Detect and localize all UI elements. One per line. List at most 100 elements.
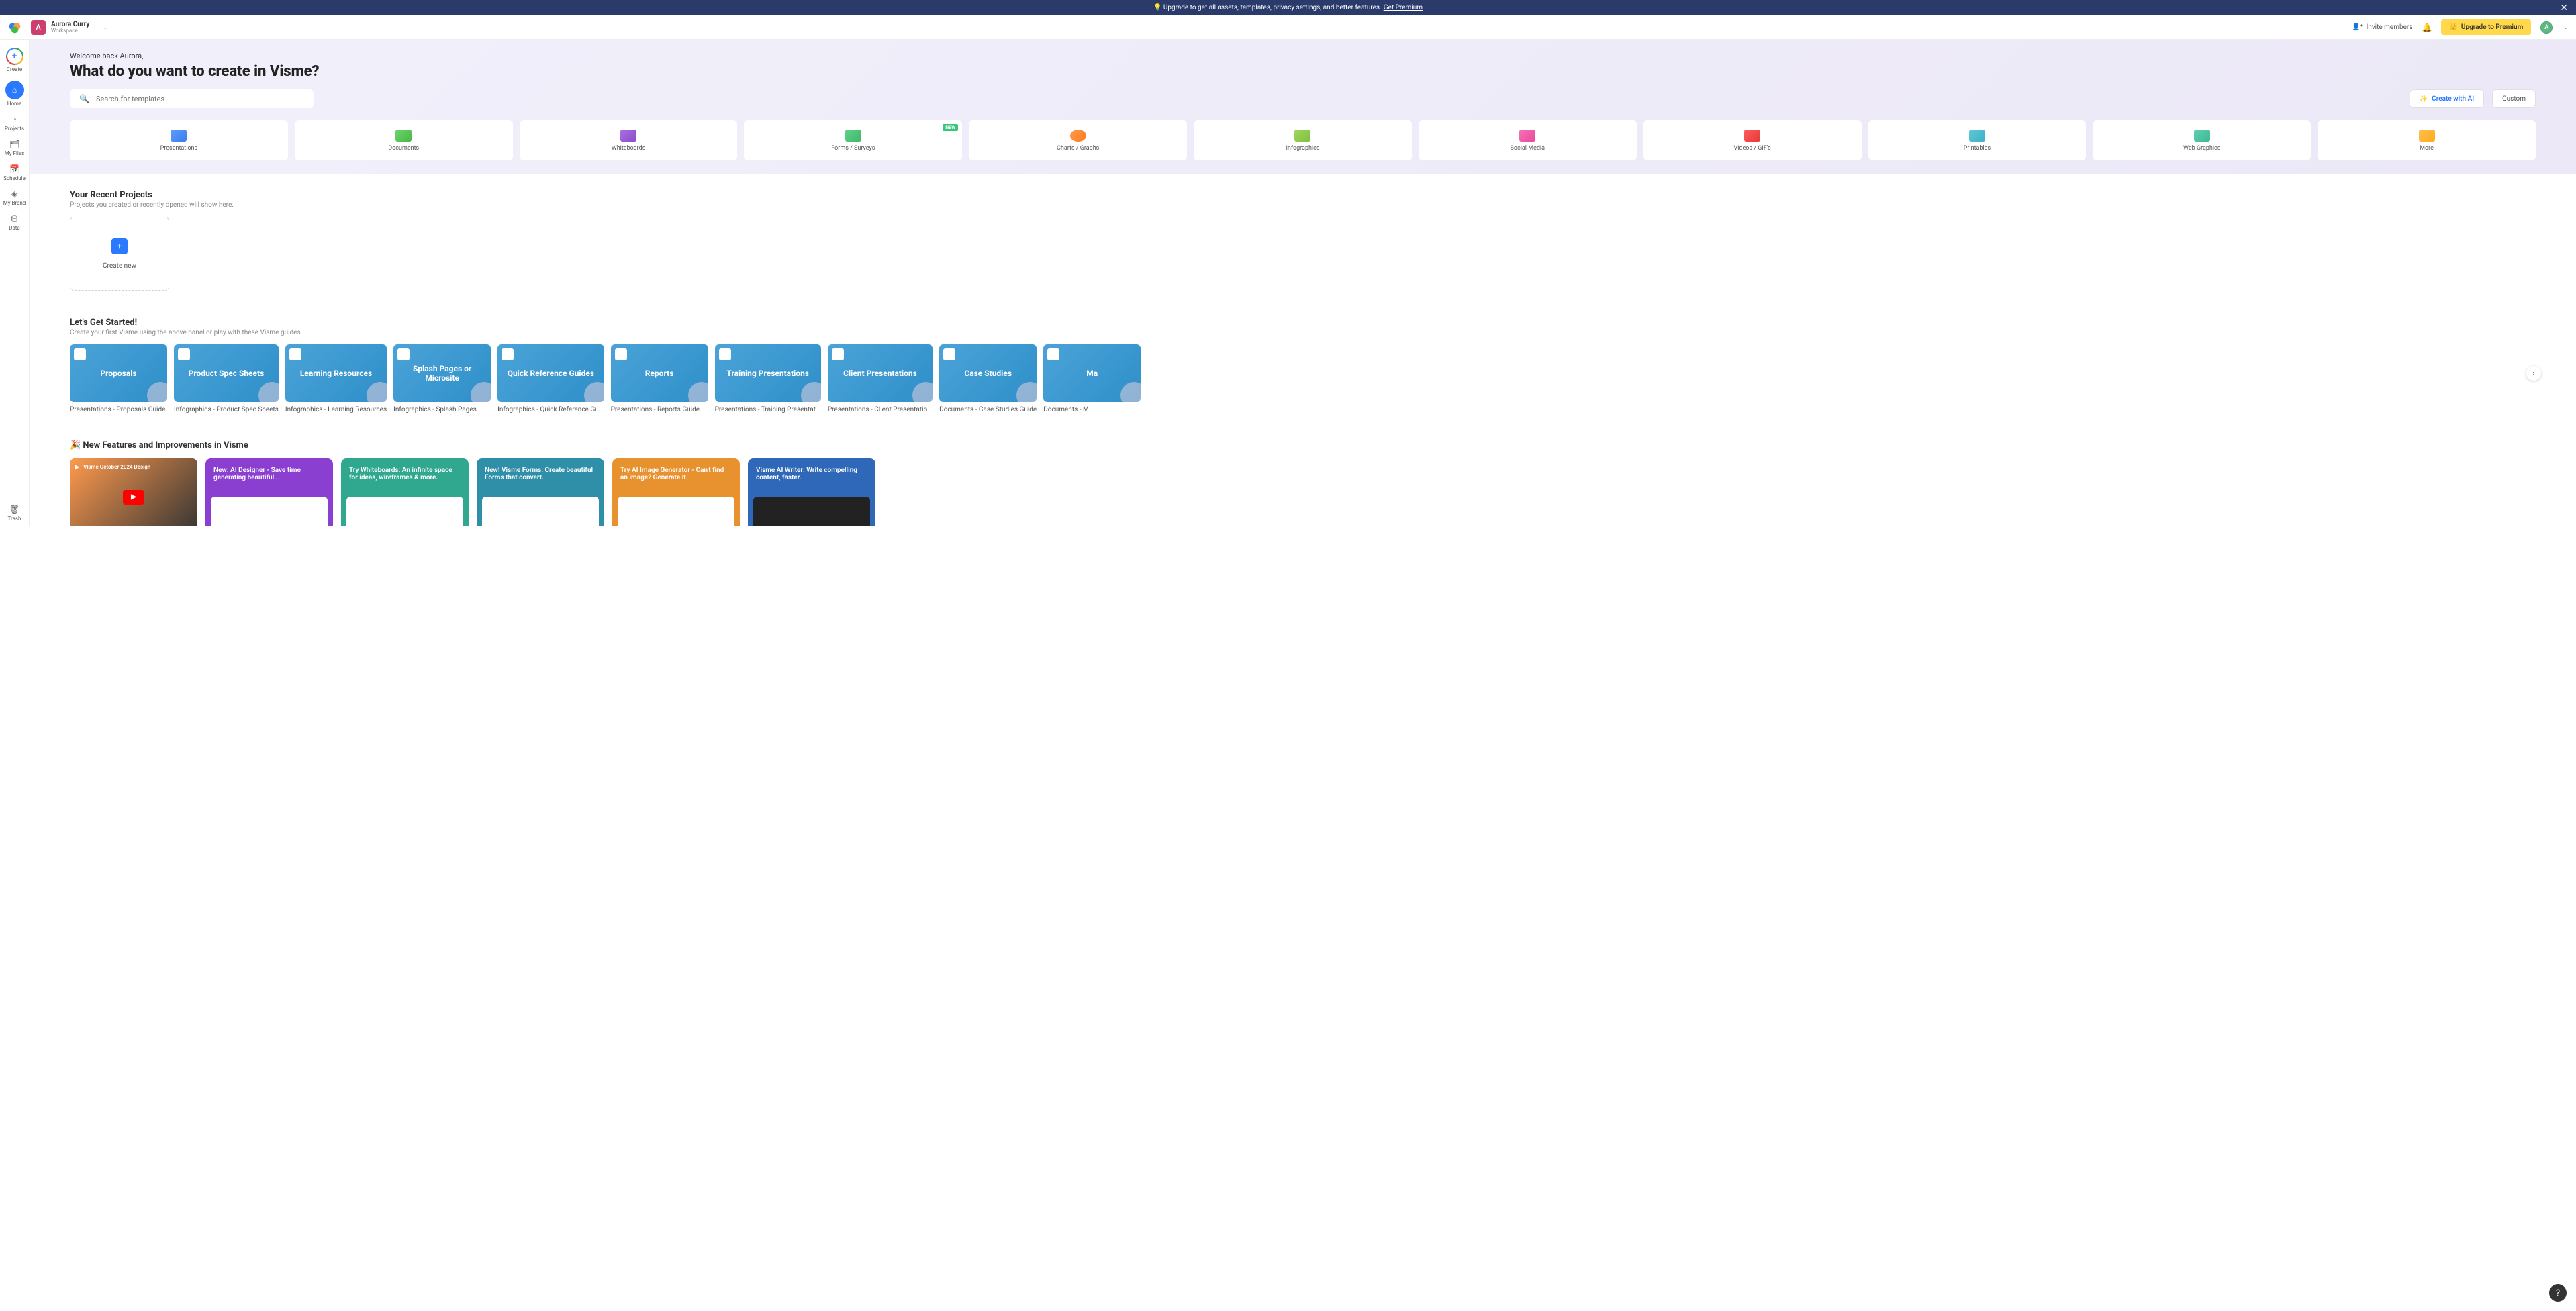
guide-thumb: Training Presentations [715,344,821,402]
guide-card[interactable]: Case Studies Documents - Case Studies Gui… [939,344,1037,414]
close-icon[interactable]: ✕ [2560,3,2568,13]
guide-thumb: Client Presentations [828,344,933,402]
section-subtitle: Projects you created or recently opened … [70,201,2536,209]
guide-card[interactable]: Training PresentationsPresentations - Tr… [715,344,821,414]
visme-logo[interactable] [8,21,21,34]
category-documents[interactable]: Documents [295,120,513,160]
feature-preview [211,497,328,526]
category-forms[interactable]: NEWForms / Surveys [744,120,962,160]
user-menu[interactable]: A ⌄ [2540,21,2568,34]
feature-ai-writer[interactable]: Visme AI Writer: Write compelling conten… [748,458,875,526]
invite-members-button[interactable]: 👤⁺ Invite members [2352,23,2412,31]
category-presentations[interactable]: Presentations [70,120,288,160]
ai-label: Create with AI [2432,95,2474,103]
chevron-down-icon: ⌄ [103,24,107,30]
feature-ai-image[interactable]: Try AI Image Generator - Can't find an i… [612,458,740,526]
upgrade-button[interactable]: 👑 Upgrade to Premium [2441,19,2531,35]
category-label: Charts / Graphs [1057,145,1099,152]
section-subtitle: Create your first Visme using the above … [70,329,2536,336]
crown-icon: 👑 [2449,23,2457,31]
play-icon: ▶ [123,490,144,505]
create-new-card[interactable]: + Create new [70,217,169,291]
feature-ai-designer[interactable]: New: AI Designer - Save time generating … [205,458,333,526]
plus-icon: + [111,238,128,254]
search-box[interactable]: 🔍 [70,89,314,108]
feature-whiteboards[interactable]: Try Whiteboards: An infinite space for i… [341,458,469,526]
forms-icon [845,130,861,142]
category-webgraphics[interactable]: Web Graphics [2093,120,2311,160]
next-arrow-button[interactable]: › [2526,366,2541,381]
features-row: ▶ Visme October 2024 Design ▶ New: AI De… [70,458,2536,526]
workspace-avatar: A [31,20,46,35]
custom-button[interactable]: Custom [2492,89,2536,108]
user-avatar: A [2540,21,2553,34]
guide-thumb: Ma [1043,344,1141,402]
sidebar: + Create ⌂ Home ◔ Projects 🗂 My Files 📅 … [0,40,30,526]
guide-caption: Presentations - Client Presentatio... [828,406,933,414]
sidebar-label: My Brand [3,200,26,206]
search-input[interactable] [96,95,304,103]
feature-preview [346,497,463,526]
guide-card[interactable]: Product Spec SheetsInfographics - Produc… [174,344,279,414]
category-more[interactable]: More [2318,120,2536,160]
sidebar-schedule[interactable]: 📅 Schedule [0,160,29,185]
feature-text: New! Visme Forms: Create beautiful Forms… [485,467,593,481]
feature-text: Visme AI Writer: Write compelling conten… [756,467,857,481]
category-label: Printables [1964,145,1991,152]
home-icon: ⌂ [5,81,24,99]
category-label: Whiteboards [612,145,646,152]
section-title: Let's Get Started! [70,318,2536,328]
documents-icon [395,130,412,142]
webgraphics-icon [2194,130,2210,142]
category-whiteboards[interactable]: Whiteboards [520,120,738,160]
category-label: Social Media [1511,145,1545,152]
guide-caption: Documents - Case Studies Guide [939,406,1037,414]
sidebar-label: Create [7,66,22,72]
category-infographics[interactable]: Infographics [1194,120,1412,160]
guide-caption: Documents - M [1043,406,1141,414]
guide-caption: Infographics - Splash Pages [393,406,491,414]
sidebar-myfiles[interactable]: 🗂 My Files [0,136,29,160]
upgrade-banner: 💡 Upgrade to get all assets, templates, … [0,0,2576,15]
section-title: Your Recent Projects [70,190,2536,200]
feature-text: Try AI Image Generator - Can't find an i… [620,467,724,481]
projects-icon: ◔ [10,115,19,124]
guide-card[interactable]: Ma Documents - M [1043,344,1141,414]
category-social[interactable]: Social Media [1419,120,1637,160]
sidebar-projects[interactable]: ◔ Projects [0,111,29,136]
page-title: What do you want to create in Visme? [70,63,2536,80]
category-charts[interactable]: Charts / Graphs [969,120,1187,160]
sidebar-trash[interactable]: 🗑 Trash [0,501,29,526]
more-icon [2419,130,2435,142]
get-premium-link[interactable]: Get Premium [1384,4,1423,11]
feature-preview [753,497,870,526]
guide-card[interactable]: Splash Pages or MicrositeInfographics - … [393,344,491,414]
guide-thumb: Reports [611,344,708,402]
create-with-ai-button[interactable]: ✨ Create with AI [2410,89,2484,108]
sidebar-data[interactable]: ⛁ Data [0,210,29,235]
guide-card[interactable]: Learning ResourcesInfographics - Learnin… [285,344,387,414]
sidebar-home[interactable]: ⌂ Home [0,77,29,111]
feature-video-card[interactable]: ▶ Visme October 2024 Design ▶ [70,458,197,526]
calendar-icon: 📅 [10,164,19,174]
category-videos[interactable]: Videos / GIF's [1643,120,1862,160]
guide-thumb: Proposals [70,344,167,402]
guide-card[interactable]: Proposals Presentations - Proposals Guide [70,344,167,414]
guide-card[interactable]: Client Presentations Presentations - Clie… [828,344,933,414]
whiteboards-icon [620,130,636,142]
sidebar-create[interactable]: + Create [0,44,29,77]
workspace-label: Workspace [51,28,89,34]
guide-caption: Presentations - Proposals Guide [70,406,167,414]
workspace-selector[interactable]: A Aurora Curry Workspace ⌄ [31,20,107,35]
sidebar-label: Trash [8,516,21,522]
sidebar-mybrand[interactable]: ◈ My Brand [0,185,29,210]
feature-text: Try Whiteboards: An infinite space for i… [349,467,452,481]
invite-label: Invite members [2367,23,2413,31]
category-printables[interactable]: Printables [1868,120,2087,160]
feature-forms[interactable]: New! Visme Forms: Create beautiful Forms… [477,458,604,526]
guide-thumb: Case Studies [939,344,1037,402]
bell-icon[interactable]: 🔔 [2422,23,2432,32]
help-button[interactable]: ? [2549,1284,2567,1302]
guide-card[interactable]: Quick Reference GuidesInfographics - Qui… [497,344,604,414]
guide-card[interactable]: ReportsPresentations - Reports Guide [611,344,708,414]
